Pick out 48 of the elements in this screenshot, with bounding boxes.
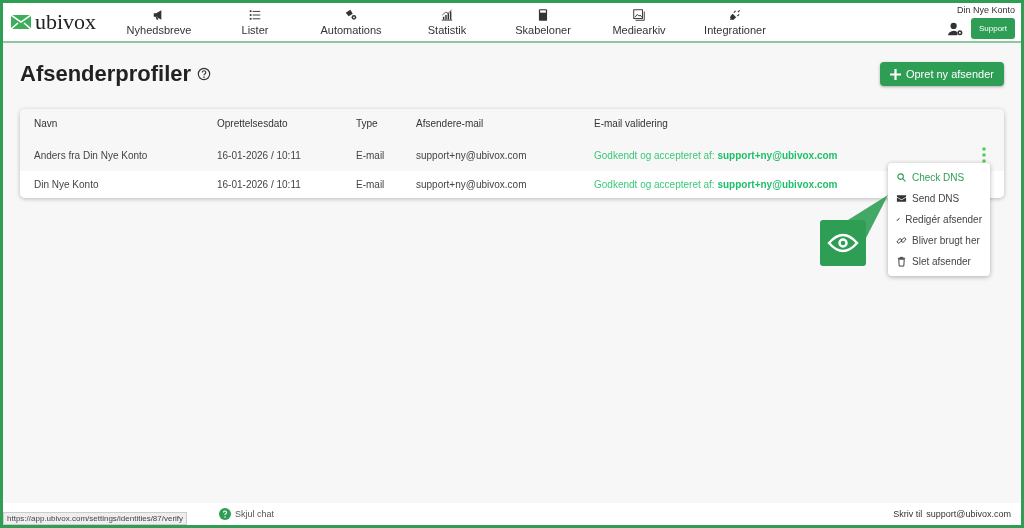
column-header: Navn [34, 118, 58, 129]
images-icon [632, 8, 646, 22]
menu-item[interactable]: Slet afsender [888, 251, 990, 272]
help-icon[interactable] [197, 67, 212, 81]
validation-status: Godkendt og accepteret af: support+ny@ubivox.com [594, 149, 838, 161]
support-email-link[interactable]: support@ubivox.com [926, 509, 1011, 519]
nav-item[interactable]: Lister [207, 8, 303, 36]
user-settings-icon[interactable] [947, 21, 963, 36]
table-cell: E-mail [356, 179, 385, 190]
account-name: Din Nye Konto [956, 5, 1015, 15]
column-header: E-mail validering [594, 118, 668, 129]
table-cell: support+ny@ubivox.com [416, 179, 527, 190]
bar-chart-icon [440, 8, 454, 22]
table-cell: support+ny@ubivox.com [416, 149, 527, 161]
column-header: Type [356, 118, 378, 129]
table-cell: 16-01-2026 / 10:11 [217, 179, 301, 190]
hide-chat-button[interactable]: Skjul chat [213, 507, 281, 521]
plug-icon [728, 8, 742, 22]
contact-text: Skriv til [893, 509, 923, 519]
menu-item[interactable]: Redigér afsender [888, 209, 990, 230]
help-icon [219, 508, 231, 520]
nav-item[interactable]: Integrationer [687, 8, 783, 36]
table-cell: E-mail [356, 149, 385, 161]
link-icon [896, 235, 907, 246]
calculator-icon [536, 8, 550, 22]
search-icon [896, 172, 907, 183]
nav-item[interactable]: Skabeloner [495, 8, 591, 36]
nav-item[interactable]: Statistik [399, 8, 495, 36]
plus-icon [889, 68, 901, 80]
column-header: Oprettelsesdato [217, 118, 288, 129]
table-cell: Anders fra Din Nye Konto [34, 149, 148, 161]
table-cell: 16-01-2026 / 10:11 [217, 149, 301, 161]
table-row[interactable]: Anders fra Din Nye Konto 16-01-2026 / 10:11 E-mail support+ny@ubivox.com Godkendt og accepteret af: support+ny@ubivox.com [20, 139, 1004, 171]
validation-status: Godkendt og accepteret af: support+ny@ubivox.com [594, 179, 838, 190]
nav-item[interactable]: Mediearkiv [591, 8, 687, 36]
logo-icon [11, 15, 31, 29]
gear-icon [344, 8, 358, 22]
table-cell: Din Nye Konto [34, 179, 99, 190]
logo[interactable]: ubivox [35, 9, 97, 35]
page-title: Afsenderprofiler [20, 61, 192, 87]
trash-icon [896, 256, 907, 267]
list-icon [248, 8, 262, 22]
nav-item[interactable]: Automations [303, 8, 399, 36]
envelope-icon [896, 193, 907, 204]
status-bar-url: https://app.ubivox.com/settings/identities/87/verify [3, 512, 188, 525]
column-header: Afsendere-mail [416, 118, 484, 129]
nav-item[interactable]: Nyhedsbreve [111, 8, 207, 36]
menu-item[interactable]: Bliver brugt her [888, 230, 990, 251]
